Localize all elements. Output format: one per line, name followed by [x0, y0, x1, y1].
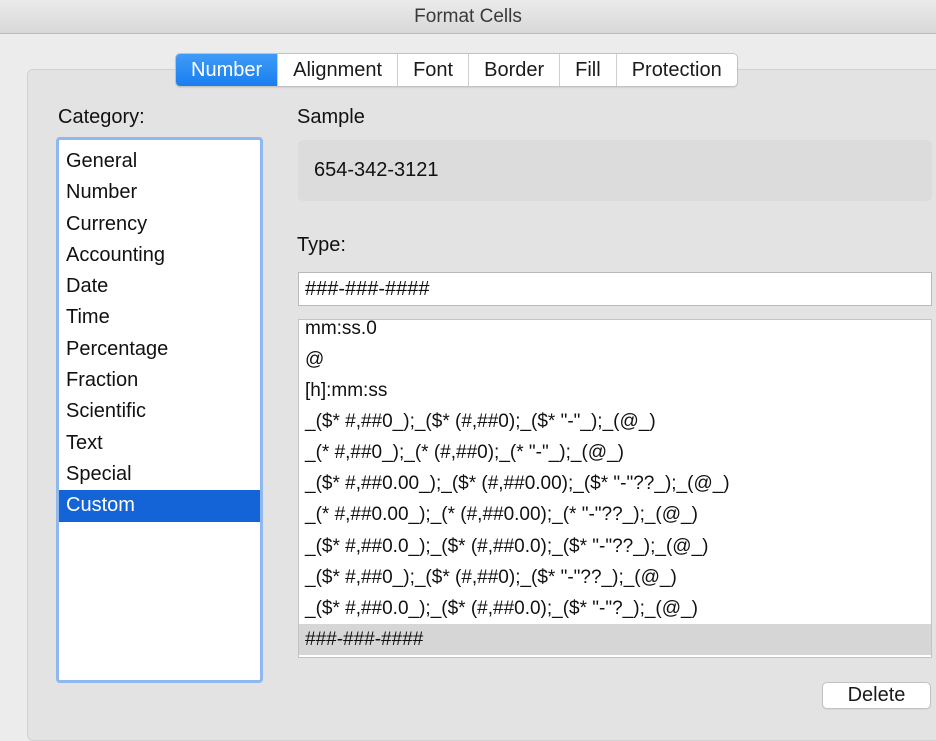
category-item-custom[interactable]: Custom	[59, 490, 260, 522]
tab-font[interactable]: Font	[397, 54, 469, 86]
type-format-item[interactable]: _(* #,##0_);_(* (#,##0);_(* "-"_);_(@_)	[299, 437, 931, 468]
category-item-general[interactable]: General	[59, 146, 260, 177]
type-format-item[interactable]: _($* #,##0.00_);_($* (#,##0.00);_($* "-"…	[299, 468, 931, 499]
type-input[interactable]	[298, 272, 932, 306]
type-format-item[interactable]: _($* #,##0_);_($* (#,##0);_($* "-"??_);_…	[299, 562, 931, 593]
category-label: Category:	[58, 106, 145, 128]
tab-border[interactable]: Border	[468, 54, 560, 86]
type-format-item[interactable]: _(* #,##0.00_);_(* (#,##0.00);_(* "-"??_…	[299, 499, 931, 530]
type-format-item[interactable]: _($* #,##0.0_);_($* (#,##0.0);_($* "-"??…	[299, 531, 931, 562]
type-format-list[interactable]: mm:ss.0 @ [h]:mm:ss _($* #,##0_);_($* (#…	[298, 319, 932, 658]
sample-preview: 654-342-3121	[298, 140, 932, 201]
tab-bar: Number Alignment Font Border Fill Protec…	[175, 53, 738, 87]
category-item-text[interactable]: Text	[59, 428, 260, 459]
type-label: Type:	[297, 234, 346, 256]
category-item-time[interactable]: Time	[59, 302, 260, 333]
type-format-item[interactable]: _($* #,##0.0_);_($* (#,##0.0);_($* "-"?_…	[299, 593, 931, 624]
type-format-item[interactable]: [h]:mm:ss	[299, 375, 931, 406]
tab-protection[interactable]: Protection	[615, 54, 737, 86]
type-format-item[interactable]: _($* #,##0_);_($* (#,##0);_($* "-"_);_(@…	[299, 406, 931, 437]
category-list[interactable]: General Number Currency Accounting Date …	[56, 137, 263, 683]
category-item-special[interactable]: Special	[59, 459, 260, 490]
category-item-currency[interactable]: Currency	[59, 209, 260, 240]
sample-value: 654-342-3121	[314, 159, 439, 181]
category-item-number[interactable]: Number	[59, 177, 260, 208]
tab-number[interactable]: Number	[176, 54, 278, 86]
category-item-date[interactable]: Date	[59, 271, 260, 302]
delete-button[interactable]: Delete	[822, 682, 931, 709]
category-item-accounting[interactable]: Accounting	[59, 240, 260, 271]
category-item-fraction[interactable]: Fraction	[59, 365, 260, 396]
window-title: Format Cells	[414, 6, 522, 27]
type-format-item[interactable]: @	[299, 344, 931, 375]
tab-alignment[interactable]: Alignment	[277, 54, 398, 86]
type-format-item-selected[interactable]: ###-###-####	[299, 623, 931, 655]
sample-label: Sample	[297, 106, 365, 128]
window-titlebar: Format Cells	[0, 0, 936, 34]
type-format-item[interactable]: mm:ss.0	[299, 320, 931, 344]
tab-fill[interactable]: Fill	[559, 54, 616, 86]
category-item-scientific[interactable]: Scientific	[59, 396, 260, 427]
category-item-percentage[interactable]: Percentage	[59, 334, 260, 365]
